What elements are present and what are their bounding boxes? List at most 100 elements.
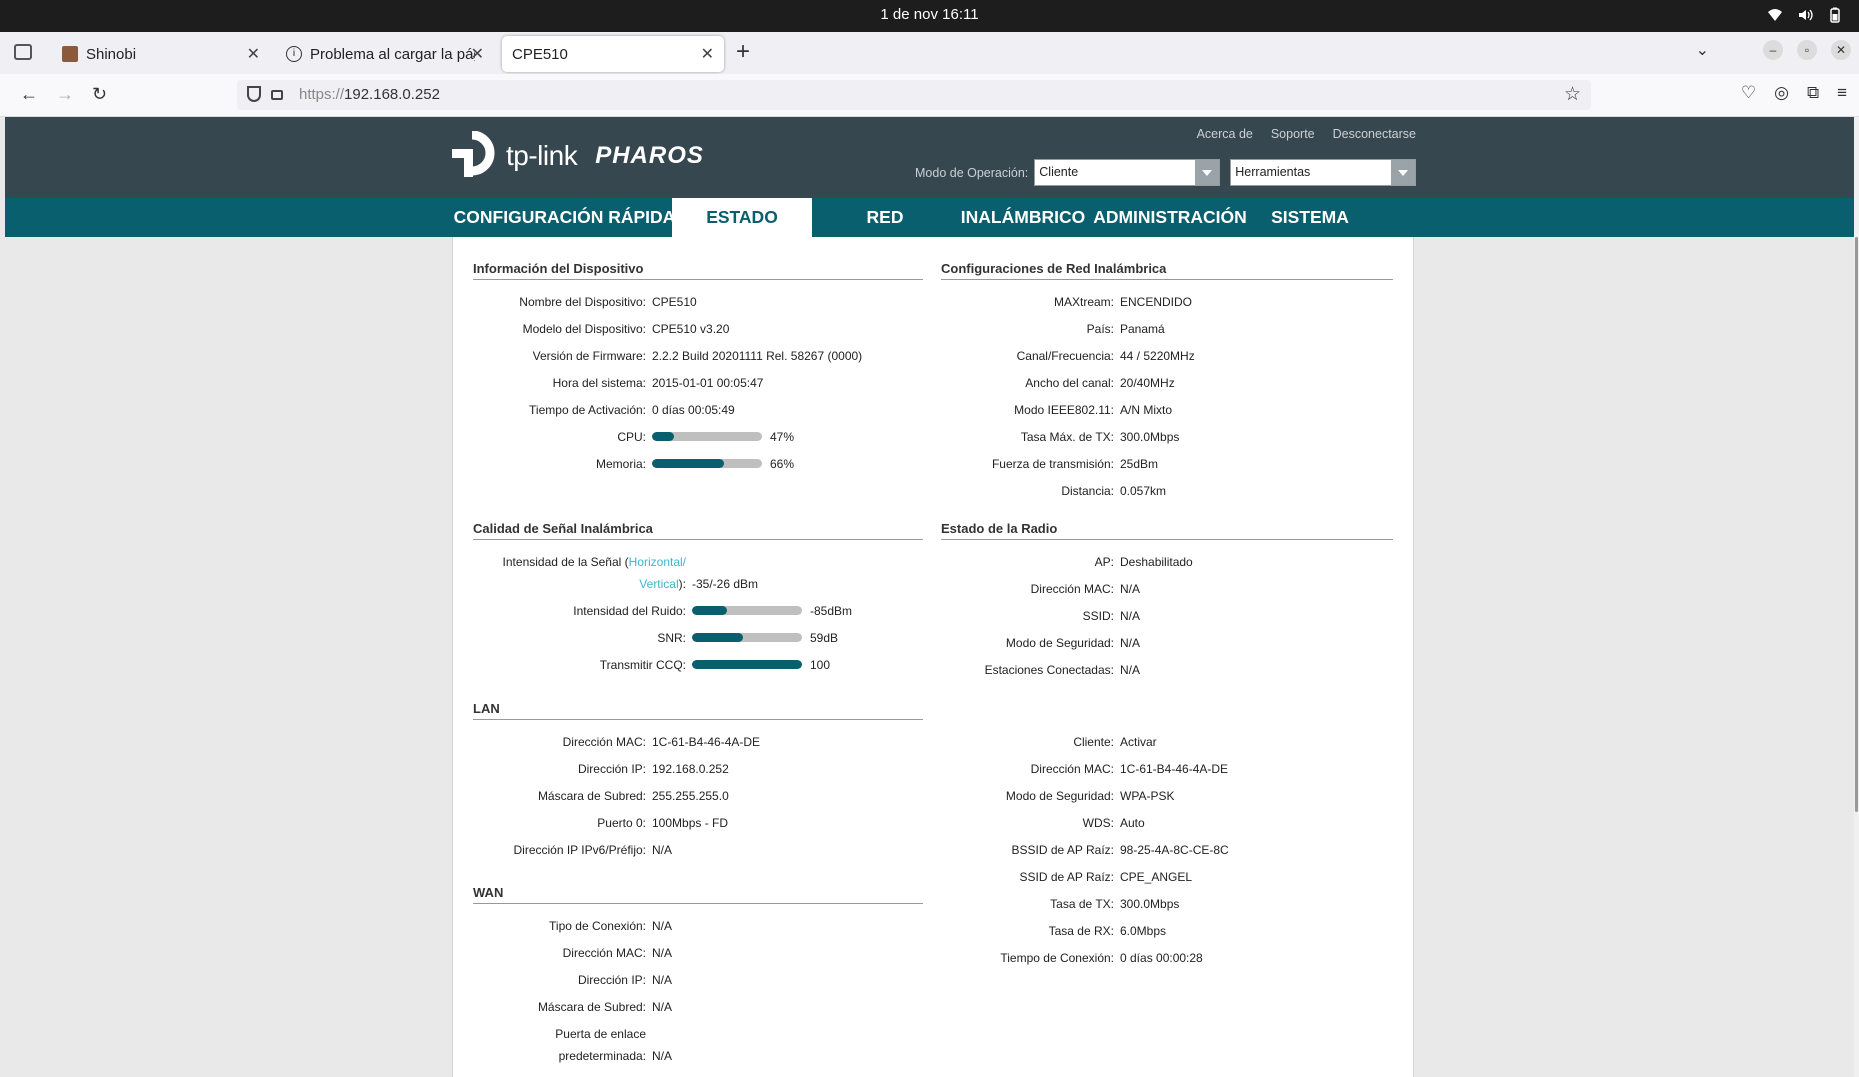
signal-label-text: ):: [678, 577, 686, 591]
close-window-icon[interactable]: ✕: [1831, 40, 1851, 60]
row-label: SSID:: [1082, 609, 1114, 623]
nav-management[interactable]: ADMINISTRACIÓN: [1090, 198, 1250, 237]
row-value: 0 días 00:00:28: [1120, 951, 1203, 965]
menu-icon[interactable]: ≡: [1837, 83, 1847, 103]
row-label: Dirección MAC:: [1030, 762, 1114, 776]
tab-list-icon[interactable]: [14, 44, 32, 60]
row-label: Tipo de Conexión:: [549, 919, 646, 933]
url-text[interactable]: https://192.168.0.252: [299, 86, 440, 103]
extensions-icon[interactable]: ⧉: [1807, 83, 1819, 103]
volume-icon[interactable]: [1797, 7, 1813, 23]
reload-icon[interactable]: ↻: [92, 84, 107, 105]
nav-wireless[interactable]: INALÁMBRICO: [958, 198, 1088, 237]
radio-status-section: Estado de la Radio: [941, 521, 1393, 540]
close-tab-icon[interactable]: ✕: [247, 44, 260, 64]
product-name: PHAROS: [595, 142, 704, 169]
nav-network[interactable]: RED: [830, 198, 940, 237]
row-value: 2.2.2 Build 20201111 Rel. 58267 (0000): [652, 349, 863, 363]
vertical-link[interactable]: Vertical: [639, 577, 678, 591]
shield-icon[interactable]: [247, 86, 261, 102]
dropdown-arrow-icon[interactable]: [1391, 160, 1416, 185]
row-label: Vertical):: [639, 577, 686, 591]
bar-fill: [652, 459, 724, 468]
row-label: Modelo del Dispositivo:: [522, 322, 646, 336]
tools-select[interactable]: Herramientas: [1230, 159, 1417, 186]
section-title: LAN: [473, 701, 923, 720]
dropdown-arrow-icon[interactable]: [1195, 160, 1220, 185]
url-host: 192.168.0.252: [344, 86, 440, 103]
os-clock[interactable]: 1 de nov 16:11: [0, 6, 1859, 23]
row-value: Activar: [1120, 735, 1157, 749]
row-label: SSID de AP Raíz:: [1019, 870, 1115, 884]
os-top-bar: 1 de nov 16:11: [0, 0, 1859, 32]
battery-icon[interactable]: [1827, 7, 1843, 23]
row-label: Modo de Seguridad:: [1005, 636, 1114, 650]
about-link[interactable]: Acerca de: [1197, 127, 1253, 141]
tp-link-logo[interactable]: tp-link PHAROS: [452, 131, 704, 181]
tools-value: Herramientas: [1235, 165, 1311, 179]
row-label: Tiempo de Activación:: [529, 403, 646, 417]
row-label: Dirección MAC:: [562, 946, 646, 960]
row-label: Tasa de RX:: [1048, 924, 1114, 938]
row-value: 1C-61-B4-46-4A-DE: [652, 735, 761, 749]
header-links: Acerca de Soporte Desconectarse: [1197, 127, 1416, 141]
lock-icon[interactable]: [271, 90, 283, 100]
tab-shinobi[interactable]: Shinobi ✕: [52, 36, 270, 72]
nav-system[interactable]: SISTEMA: [1260, 198, 1360, 237]
row-value: 25dBm: [1120, 457, 1159, 471]
url-protocol: https://: [299, 86, 345, 103]
support-link[interactable]: Soporte: [1271, 127, 1315, 141]
logout-link[interactable]: Desconectarse: [1333, 127, 1416, 141]
row-value: Auto: [1120, 816, 1145, 830]
address-bar[interactable]: https://192.168.0.252 ☆: [237, 80, 1591, 110]
row-value: N/A: [1120, 609, 1141, 623]
row-label: País:: [1086, 322, 1114, 336]
device-info-section: Información del Dispositivo: [473, 261, 923, 280]
opmode-select[interactable]: Cliente: [1034, 159, 1221, 186]
row-value: Deshabilitado: [1120, 555, 1193, 569]
account-icon[interactable]: ◎: [1774, 83, 1789, 103]
row-value: N/A: [652, 1000, 673, 1014]
horizontal-link[interactable]: Horizontal/: [629, 555, 686, 569]
tab-cpe510[interactable]: CPE510 ✕: [502, 36, 724, 72]
back-icon[interactable]: ←: [20, 84, 38, 105]
row-value: N/A: [652, 946, 673, 960]
row-label: Dirección MAC:: [1030, 582, 1114, 596]
row-value: N/A: [652, 843, 673, 857]
restore-icon[interactable]: ▫: [1797, 40, 1817, 60]
opmode-value: Cliente: [1039, 165, 1079, 179]
nav-status[interactable]: ESTADO: [672, 198, 812, 237]
row-value: N/A: [652, 1049, 673, 1063]
wifi-icon[interactable]: [1767, 7, 1783, 23]
scrollbar-thumb[interactable]: [1855, 237, 1858, 812]
signal-quality-section: Calidad de Señal Inalámbrica: [473, 521, 923, 540]
row-label: Intensidad de la Señal (Horizontal/: [503, 555, 686, 569]
row-label: Tiempo de Conexión:: [1000, 951, 1114, 965]
row-label: Puerto 0:: [597, 816, 646, 830]
row-value: 20/40MHz: [1120, 376, 1175, 390]
row-label: Estaciones Conectadas:: [984, 663, 1114, 677]
bookmark-star-icon[interactable]: ☆: [1564, 83, 1581, 106]
tab-problema[interactable]: i Problema al cargar la pág ✕: [276, 36, 494, 72]
close-tab-icon[interactable]: ✕: [471, 44, 484, 64]
pocket-icon[interactable]: ♡: [1741, 83, 1756, 103]
new-tab-icon[interactable]: +: [736, 38, 750, 66]
section-title: WAN: [473, 885, 923, 904]
snr-bar: [692, 633, 802, 642]
system-tray[interactable]: [1767, 7, 1843, 23]
forward-icon[interactable]: →: [56, 84, 74, 105]
main-nav: CONFIGURACIÓN RÁPIDA ESTADO RED INALÁMBR…: [5, 198, 1855, 237]
row-value: 98-25-4A-8C-CE-8C: [1120, 843, 1229, 857]
chevron-down-icon[interactable]: ⌄: [1696, 40, 1709, 60]
close-tab-icon[interactable]: ✕: [701, 44, 714, 64]
row-value: ENCENDIDO: [1120, 295, 1193, 309]
nav-quick-setup[interactable]: CONFIGURACIÓN RÁPIDA: [452, 198, 677, 237]
row-label: CPU:: [617, 430, 646, 444]
memory-value: 66%: [770, 457, 795, 471]
page-scrollbar[interactable]: [1854, 117, 1859, 1077]
row-label: Hora del sistema:: [552, 376, 646, 390]
minimize-icon[interactable]: –: [1763, 40, 1783, 60]
section-title: Estado de la Radio: [941, 521, 1393, 540]
ccq-value: 100: [810, 658, 831, 672]
opmode-label: Modo de Operación:: [915, 165, 1029, 180]
